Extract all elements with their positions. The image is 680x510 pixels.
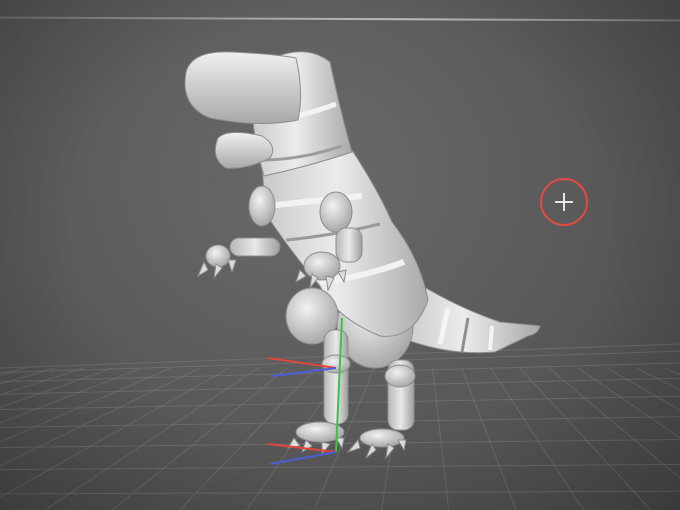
viewport-scene <box>0 51 680 510</box>
left-arm <box>196 185 281 280</box>
left-shin <box>323 329 349 425</box>
crosshair-icon <box>555 193 573 211</box>
3d-viewport[interactable] <box>0 0 680 510</box>
right-foot <box>346 428 407 460</box>
